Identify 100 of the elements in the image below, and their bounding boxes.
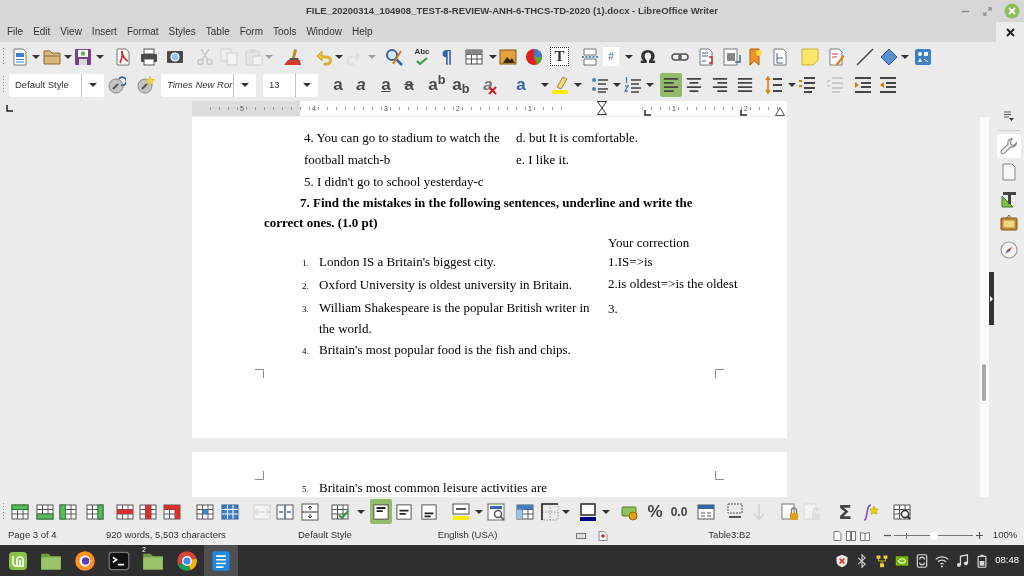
zoom-slider[interactable] — [894, 530, 973, 541]
sidebar-handle[interactable] — [989, 272, 994, 325]
dropdown-caret-icon[interactable] — [489, 54, 497, 59]
menu-item[interactable]: Window — [306, 25, 342, 39]
dropdown-caret-icon[interactable] — [32, 54, 40, 59]
menu-item[interactable]: Tools — [273, 25, 297, 39]
table-column-insert-icon[interactable] — [86, 502, 104, 521]
table-properties-icon[interactable] — [487, 502, 505, 521]
italic-button[interactable]: a — [352, 75, 370, 95]
font-name-box[interactable]: Times New Ror — [161, 73, 256, 97]
table-column-delete-icon[interactable] — [139, 502, 157, 521]
dropdown-caret-icon[interactable] — [602, 509, 610, 514]
align-top-button[interactable] — [370, 499, 392, 524]
close-document-button[interactable] — [996, 22, 1024, 42]
subscript-button[interactable]: a$_{b}$ — [452, 75, 470, 95]
new-style-icon[interactable] — [137, 76, 155, 94]
tab-stop-icon[interactable] — [740, 109, 747, 116]
cross-reference-icon[interactable] — [771, 47, 789, 66]
table-row-delete-icon[interactable] — [116, 502, 134, 521]
table-icon[interactable] — [465, 47, 483, 66]
line-spacing-icon[interactable] — [765, 76, 783, 94]
dropdown-caret-icon[interactable] — [788, 83, 796, 87]
document-modified-icon[interactable] — [598, 530, 608, 541]
lock-icon[interactable] — [781, 502, 799, 521]
multi-page-view-icon[interactable] — [846, 530, 856, 541]
sync-icon[interactable] — [915, 553, 930, 568]
numbered-list-icon[interactable] — [624, 76, 642, 94]
shield-icon[interactable] — [835, 553, 850, 568]
menu-item[interactable]: Format — [126, 25, 159, 39]
menu-item[interactable]: Table — [205, 25, 230, 39]
menu-item[interactable]: Styles — [168, 25, 196, 39]
font-size-box[interactable]: 13 — [263, 73, 318, 97]
menu-logo-icon[interactable] — [8, 550, 28, 571]
document-icon[interactable] — [11, 47, 29, 66]
indent-marker-icon[interactable] — [597, 101, 607, 115]
pie-chart-icon[interactable] — [525, 47, 543, 66]
border-color-icon[interactable] — [579, 502, 597, 521]
field-button[interactable]: # — [603, 47, 619, 66]
sum-button[interactable]: Σ — [836, 501, 854, 522]
table-row-insert-icon[interactable] — [11, 502, 29, 521]
dropdown-caret-icon[interactable] — [335, 54, 343, 59]
taskbar-button[interactable] — [204, 545, 238, 576]
menu-item[interactable]: File — [7, 25, 24, 39]
menu-item[interactable]: Help — [351, 25, 373, 39]
menu-item[interactable]: Insert — [91, 25, 117, 39]
table-autoformat-icon[interactable] — [516, 502, 534, 521]
image-icon[interactable] — [499, 47, 517, 66]
dropdown-caret-icon[interactable] — [357, 509, 365, 514]
grip-handle[interactable] — [2, 75, 5, 95]
dropdown-caret-icon[interactable] — [475, 509, 483, 514]
table-properties-icon[interactable] — [893, 502, 911, 521]
table-row-insert-icon[interactable] — [36, 502, 54, 521]
borders-icon[interactable] — [541, 502, 559, 521]
scrollbar[interactable] — [982, 364, 986, 401]
selection-mode-icon[interactable] — [576, 530, 586, 541]
line-icon[interactable] — [856, 47, 874, 66]
battery-icon[interactable] — [975, 553, 990, 568]
bold-button[interactable]: a — [329, 75, 347, 95]
zoom-out-icon[interactable] — [884, 532, 891, 539]
zoom-in-icon[interactable] — [976, 532, 983, 539]
percent-button[interactable]: % — [646, 501, 664, 522]
paintbrush-icon[interactable] — [283, 47, 301, 66]
dropdown-caret-icon[interactable] — [901, 54, 909, 59]
dropdown-caret-icon[interactable] — [562, 509, 570, 514]
tab-stop-icon[interactable] — [644, 109, 651, 116]
footnote-icon[interactable] — [697, 47, 715, 66]
bullet-list-icon[interactable] — [591, 76, 609, 94]
table-grid-icon[interactable] — [221, 502, 239, 521]
dropdown-caret-icon[interactable] — [646, 83, 654, 87]
split-cells-icon[interactable] — [276, 502, 294, 521]
dropdown-caret-icon[interactable] — [96, 54, 104, 59]
text-box-button[interactable]: T — [550, 47, 569, 66]
caption-icon[interactable] — [726, 502, 744, 521]
align-left-button[interactable] — [660, 73, 682, 97]
single-page-view-icon[interactable] — [832, 530, 842, 541]
printer-icon[interactable] — [140, 47, 158, 66]
outdent-icon[interactable] — [879, 76, 897, 94]
table-column-insert-icon[interactable] — [59, 502, 77, 521]
menu-item[interactable]: Edit — [33, 25, 51, 39]
number-format-button[interactable]: 0.0 — [669, 501, 689, 522]
table-delete-icon[interactable] — [163, 502, 181, 521]
menu-item[interactable]: Form — [239, 25, 264, 39]
page-pencil-icon[interactable] — [827, 47, 845, 66]
menu-item[interactable]: View — [60, 25, 82, 39]
shapes-icon[interactable] — [914, 47, 932, 66]
strikethrough-button[interactable]: a — [400, 75, 418, 95]
fill-color-icon[interactable] — [452, 502, 470, 521]
style-update-icon[interactable] — [108, 76, 126, 94]
eye-logo-icon[interactable] — [895, 553, 910, 568]
table-check-icon[interactable] — [331, 502, 349, 521]
superscript-button[interactable]: a$^{b}$ — [428, 75, 446, 95]
spelling-button[interactable]: Abc — [412, 46, 432, 67]
diamond-icon[interactable] — [880, 47, 898, 66]
dropdown-caret-icon[interactable] — [541, 83, 549, 87]
formatting-marks-button[interactable]: ¶ — [439, 46, 455, 67]
dropdown-caret-icon[interactable] — [574, 83, 582, 87]
underline-button[interactable]: a — [377, 75, 395, 95]
music-note-icon[interactable] — [955, 553, 970, 568]
dropdown-caret-icon[interactable] — [64, 54, 72, 59]
endnote-icon[interactable] — [723, 47, 741, 66]
